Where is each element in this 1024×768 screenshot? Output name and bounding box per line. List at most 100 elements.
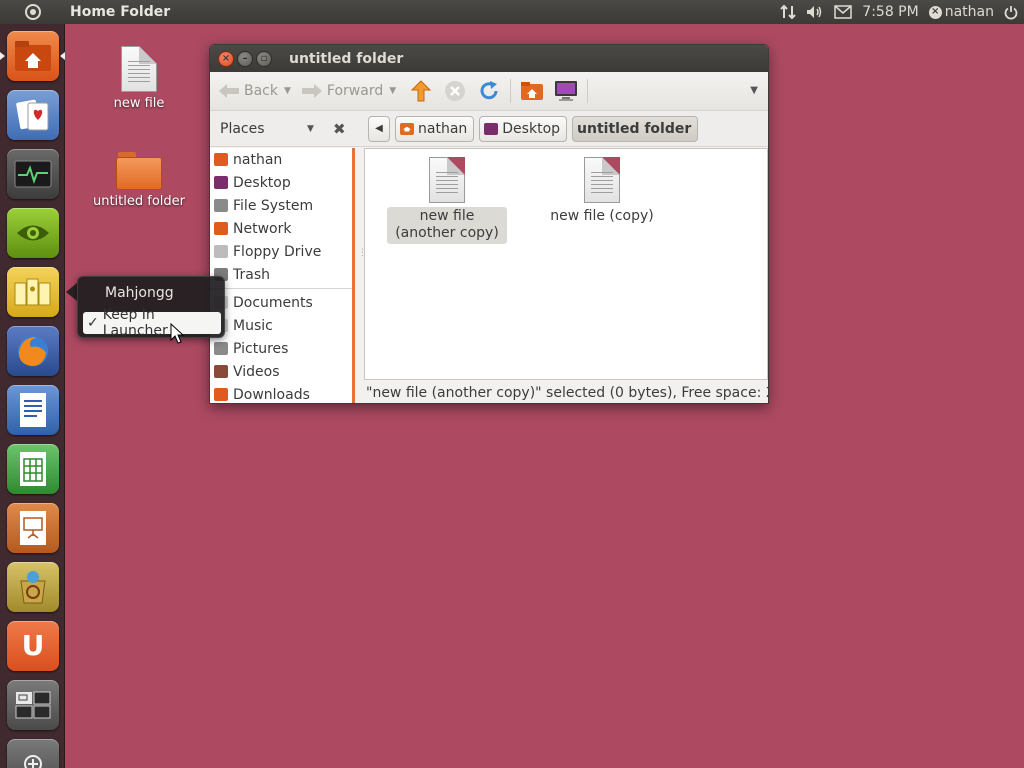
- file-item-new-file-another-copy[interactable]: new file (another copy): [387, 157, 507, 244]
- launcher-workspaces[interactable]: [7, 680, 59, 730]
- sidebar-item-label: Network: [233, 220, 292, 237]
- launcher-nvidia-settings[interactable]: [7, 208, 59, 258]
- floppy-icon: [214, 245, 228, 258]
- back-history-dropdown[interactable]: ▼: [284, 86, 291, 96]
- minimize-button[interactable]: –: [237, 50, 253, 67]
- network-icon[interactable]: [780, 4, 797, 20]
- file-view[interactable]: new file (another copy) new file (copy): [364, 148, 768, 380]
- close-sidebar-button[interactable]: ✖: [333, 120, 346, 138]
- volume-icon[interactable]: [806, 4, 824, 20]
- reload-icon: [480, 81, 498, 100]
- sidebar-item-label: Downloads: [233, 386, 310, 403]
- launcher-writer[interactable]: [7, 385, 59, 435]
- sidebar-item-desktop[interactable]: Desktop: [210, 171, 352, 194]
- reload-button[interactable]: [476, 78, 502, 104]
- running-indicator: [0, 52, 5, 60]
- keep-in-launcher-item[interactable]: ✓ Keep In Launcher: [83, 307, 221, 339]
- pictures-folder-icon: [214, 342, 228, 355]
- file-item-new-file-copy[interactable]: new file (copy): [542, 157, 662, 227]
- launcher-system-monitor[interactable]: [7, 149, 59, 199]
- home-folder-icon: [400, 122, 414, 135]
- ubuntu-logo-icon: [24, 4, 41, 20]
- sidebar-item-nathan[interactable]: nathan: [210, 148, 352, 171]
- back-label: Back: [244, 83, 278, 99]
- breadcrumb-label: untitled folder: [577, 120, 692, 137]
- launcher-solitaire[interactable]: [7, 90, 59, 140]
- maximize-button[interactable]: ▫: [256, 50, 272, 67]
- sidebar-item-videos[interactable]: Videos: [210, 360, 352, 383]
- home-button[interactable]: [519, 78, 545, 104]
- sidebar-item-label: Desktop: [233, 174, 291, 191]
- writer-icon: [20, 393, 46, 427]
- mail-icon[interactable]: [834, 5, 853, 19]
- breadcrumb-desktop[interactable]: Desktop: [479, 115, 568, 142]
- places-dropdown[interactable]: ▼: [307, 124, 314, 134]
- launcher-quicklist: Mahjongg ✓ Keep In Launcher: [77, 276, 225, 339]
- back-button[interactable]: Back: [216, 76, 280, 106]
- computer-button[interactable]: [553, 78, 579, 104]
- sidebar-item-floppy-drive[interactable]: Floppy Drive: [210, 240, 352, 263]
- stop-icon: [445, 81, 466, 101]
- mouse-cursor-icon: [170, 323, 184, 344]
- text-file-icon: [584, 157, 620, 203]
- sidebar-item-documents[interactable]: Documents: [210, 291, 352, 314]
- sidebar-header: Places ▼ ✖: [210, 111, 356, 147]
- sidebar-separator: [210, 288, 352, 289]
- sidebar-item-label: Trash: [233, 266, 270, 283]
- app-title: Home Folder: [70, 4, 171, 20]
- launcher-firefox[interactable]: [7, 326, 59, 376]
- stop-button[interactable]: [442, 78, 468, 104]
- forward-history-dropdown[interactable]: ▼: [389, 86, 396, 96]
- launcher-ubuntu-one[interactable]: U: [7, 621, 59, 671]
- window-titlebar[interactable]: × – ▫ untitled folder: [210, 45, 768, 72]
- sidebar-item-downloads[interactable]: Downloads: [210, 383, 352, 403]
- sidebar-item-trash[interactable]: Trash: [210, 263, 352, 286]
- user-menu[interactable]: × nathan: [928, 4, 994, 20]
- breadcrumb-label: Desktop: [502, 120, 561, 137]
- mahjongg-icon: [14, 278, 51, 306]
- plus-icon: [24, 755, 42, 768]
- desktop-icon-new-file[interactable]: new file: [84, 46, 194, 111]
- quicklist-title: Mahjongg: [105, 285, 174, 301]
- launcher-calc[interactable]: [7, 444, 59, 494]
- launcher-home-folder[interactable]: [7, 31, 59, 81]
- sidebar-item-music[interactable]: Music: [210, 314, 352, 337]
- places-sidebar[interactable]: nathan Desktop File System Network Flopp…: [210, 148, 355, 403]
- desktop-icon-untitled-folder[interactable]: untitled folder: [84, 152, 194, 209]
- desktop-icon: [214, 176, 228, 189]
- power-icon[interactable]: [1004, 5, 1018, 20]
- sidebar-item-label: Documents: [233, 294, 313, 311]
- places-label: Places: [220, 120, 265, 137]
- ubuntu-one-icon: U: [21, 629, 45, 662]
- indicator-area: 7:58 PM × nathan: [780, 0, 1018, 24]
- clock[interactable]: 7:58 PM: [862, 4, 918, 20]
- breadcrumb-untitled-folder[interactable]: untitled folder: [572, 115, 699, 142]
- launcher-software-center[interactable]: [7, 562, 59, 612]
- sidebar-item-pictures[interactable]: Pictures: [210, 337, 352, 360]
- dash-button[interactable]: [0, 0, 65, 24]
- up-button[interactable]: [408, 78, 434, 104]
- calc-icon: [20, 452, 46, 486]
- sidebar-item-network[interactable]: Network: [210, 217, 352, 240]
- launcher-mahjongg[interactable]: [7, 267, 59, 317]
- breadcrumb-nathan[interactable]: nathan: [395, 115, 475, 142]
- cards-icon: [16, 99, 49, 131]
- up-arrow-icon: [411, 80, 432, 102]
- nvidia-icon: [17, 225, 49, 241]
- forward-arrow-icon: [301, 84, 322, 98]
- quicklist-pointer: [66, 283, 77, 301]
- toolbar-overflow-dropdown[interactable]: ▼: [750, 85, 758, 96]
- window-title: untitled folder: [289, 50, 404, 67]
- launcher-impress[interactable]: [7, 503, 59, 553]
- forward-button[interactable]: Forward: [299, 76, 385, 106]
- launcher-add-workspace[interactable]: [7, 739, 59, 768]
- sidebar-item-label: Videos: [233, 363, 280, 380]
- close-button[interactable]: ×: [218, 50, 234, 67]
- monitor-icon: [14, 160, 52, 188]
- home-folder-icon: [521, 82, 544, 100]
- breadcrumb-scroll-left[interactable]: ◀: [368, 115, 390, 142]
- folder-icon: [116, 152, 162, 190]
- sidebar-item-label: Music: [233, 317, 273, 334]
- sidebar-item-file-system[interactable]: File System: [210, 194, 352, 217]
- desktop-icon-label: new file: [113, 96, 165, 111]
